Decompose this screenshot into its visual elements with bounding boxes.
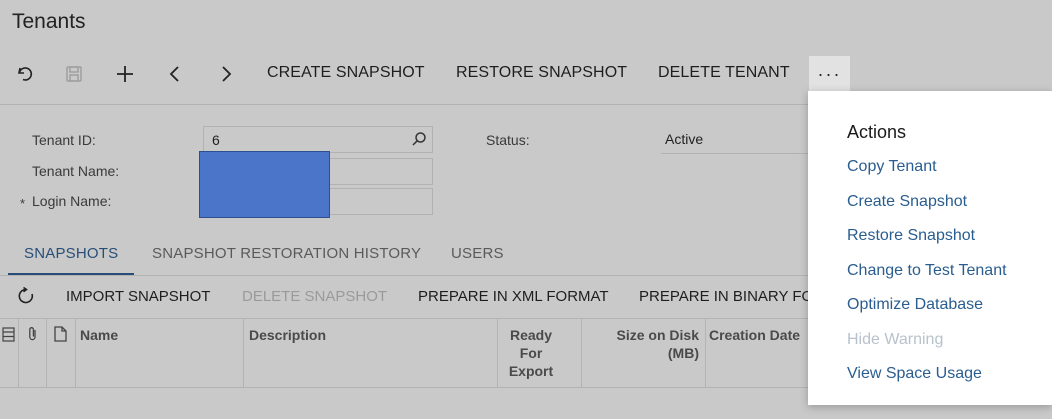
grid-col-status[interactable] <box>0 319 19 387</box>
menu-item-change-to-test-tenant[interactable]: Change to Test Tenant <box>847 262 1007 280</box>
grid-col-name-label: Name <box>80 327 119 343</box>
paperclip-icon <box>26 326 39 347</box>
size-line-1: Size on Disk <box>616 327 699 343</box>
tab-users[interactable]: USERS <box>451 245 504 262</box>
import-snapshot-button[interactable]: IMPORT SNAPSHOT <box>66 288 210 305</box>
tenant-id-label: Tenant ID: <box>32 132 96 148</box>
prepare-binary-button[interactable]: PREPARE IN BINARY FO <box>639 288 813 305</box>
next-icon[interactable] <box>214 62 238 86</box>
create-snapshot-button[interactable]: CREATE SNAPSHOT <box>267 64 425 82</box>
grid-col-ready-label: Ready For Export <box>498 326 564 380</box>
row-status-icon <box>2 327 15 347</box>
note-icon <box>54 326 67 347</box>
menu-item-restore-snapshot[interactable]: Restore Snapshot <box>847 227 975 245</box>
tab-snapshots[interactable]: SNAPSHOTS <box>24 245 118 262</box>
status-label: Status: <box>486 132 530 148</box>
prepare-xml-button[interactable]: PREPARE IN XML FORMAT <box>418 288 609 305</box>
refresh-icon[interactable] <box>16 286 36 306</box>
menu-item-copy-tenant[interactable]: Copy Tenant <box>847 158 937 176</box>
grid-col-creation-date[interactable]: Creation Date <box>706 319 816 387</box>
search-icon[interactable] <box>411 131 427 147</box>
add-icon[interactable] <box>113 62 137 86</box>
grid-col-attachments[interactable] <box>19 319 47 387</box>
grid-col-name[interactable]: Name <box>76 319 244 387</box>
restore-snapshot-button[interactable]: RESTORE SNAPSHOT <box>456 64 627 82</box>
tenant-name-label: Tenant Name: <box>32 163 120 179</box>
grid-col-notes[interactable] <box>47 319 76 387</box>
redaction-block <box>199 151 330 218</box>
delete-tenant-button[interactable]: DELETE TENANT <box>658 64 790 82</box>
tab-snapshot-restoration-history[interactable]: SNAPSHOT RESTORATION HISTORY <box>152 245 421 262</box>
grid-col-size-on-disk[interactable]: Size on Disk (MB) <box>582 319 706 387</box>
grid-col-creation-date-label: Creation Date <box>709 327 801 343</box>
menu-item-view-space-usage[interactable]: View Space Usage <box>847 365 982 383</box>
grid-col-description[interactable]: Description <box>244 319 498 387</box>
previous-icon[interactable] <box>163 62 187 86</box>
actions-menu: Actions Copy Tenant Create Snapshot Rest… <box>808 91 1052 405</box>
page-title: Tenants <box>12 10 86 33</box>
menu-item-optimize-database[interactable]: Optimize Database <box>847 296 983 314</box>
tenant-id-field[interactable]: 6 <box>203 126 433 153</box>
grid-col-ready-for-export[interactable]: Ready For Export <box>498 319 582 387</box>
grid-col-description-label: Description <box>249 327 327 343</box>
ready-line-1: Ready <box>509 327 553 343</box>
delete-snapshot-button[interactable]: DELETE SNAPSHOT <box>242 288 387 305</box>
actions-menu-heading: Actions <box>847 122 907 142</box>
login-name-label: Login Name: <box>32 193 112 209</box>
menu-item-hide-warning: Hide Warning <box>847 331 944 348</box>
main-toolbar: CREATE SNAPSHOT RESTORE SNAPSHOT DELETE … <box>0 56 1052 92</box>
undo-icon[interactable] <box>13 62 37 86</box>
save-icon[interactable] <box>62 62 86 86</box>
ready-line-2: For <box>519 345 543 361</box>
grid-col-size-label: Size on Disk (MB) <box>617 326 699 362</box>
tenant-id-value: 6 <box>212 132 220 148</box>
ready-line-3: Export <box>508 363 554 379</box>
status-field-underline <box>661 153 809 154</box>
size-line-2: (MB) <box>667 345 699 361</box>
more-actions-button[interactable]: ··· <box>809 56 850 92</box>
menu-item-create-snapshot[interactable]: Create Snapshot <box>847 193 967 211</box>
status-value: Active <box>665 131 704 147</box>
required-mark: * <box>20 196 26 211</box>
